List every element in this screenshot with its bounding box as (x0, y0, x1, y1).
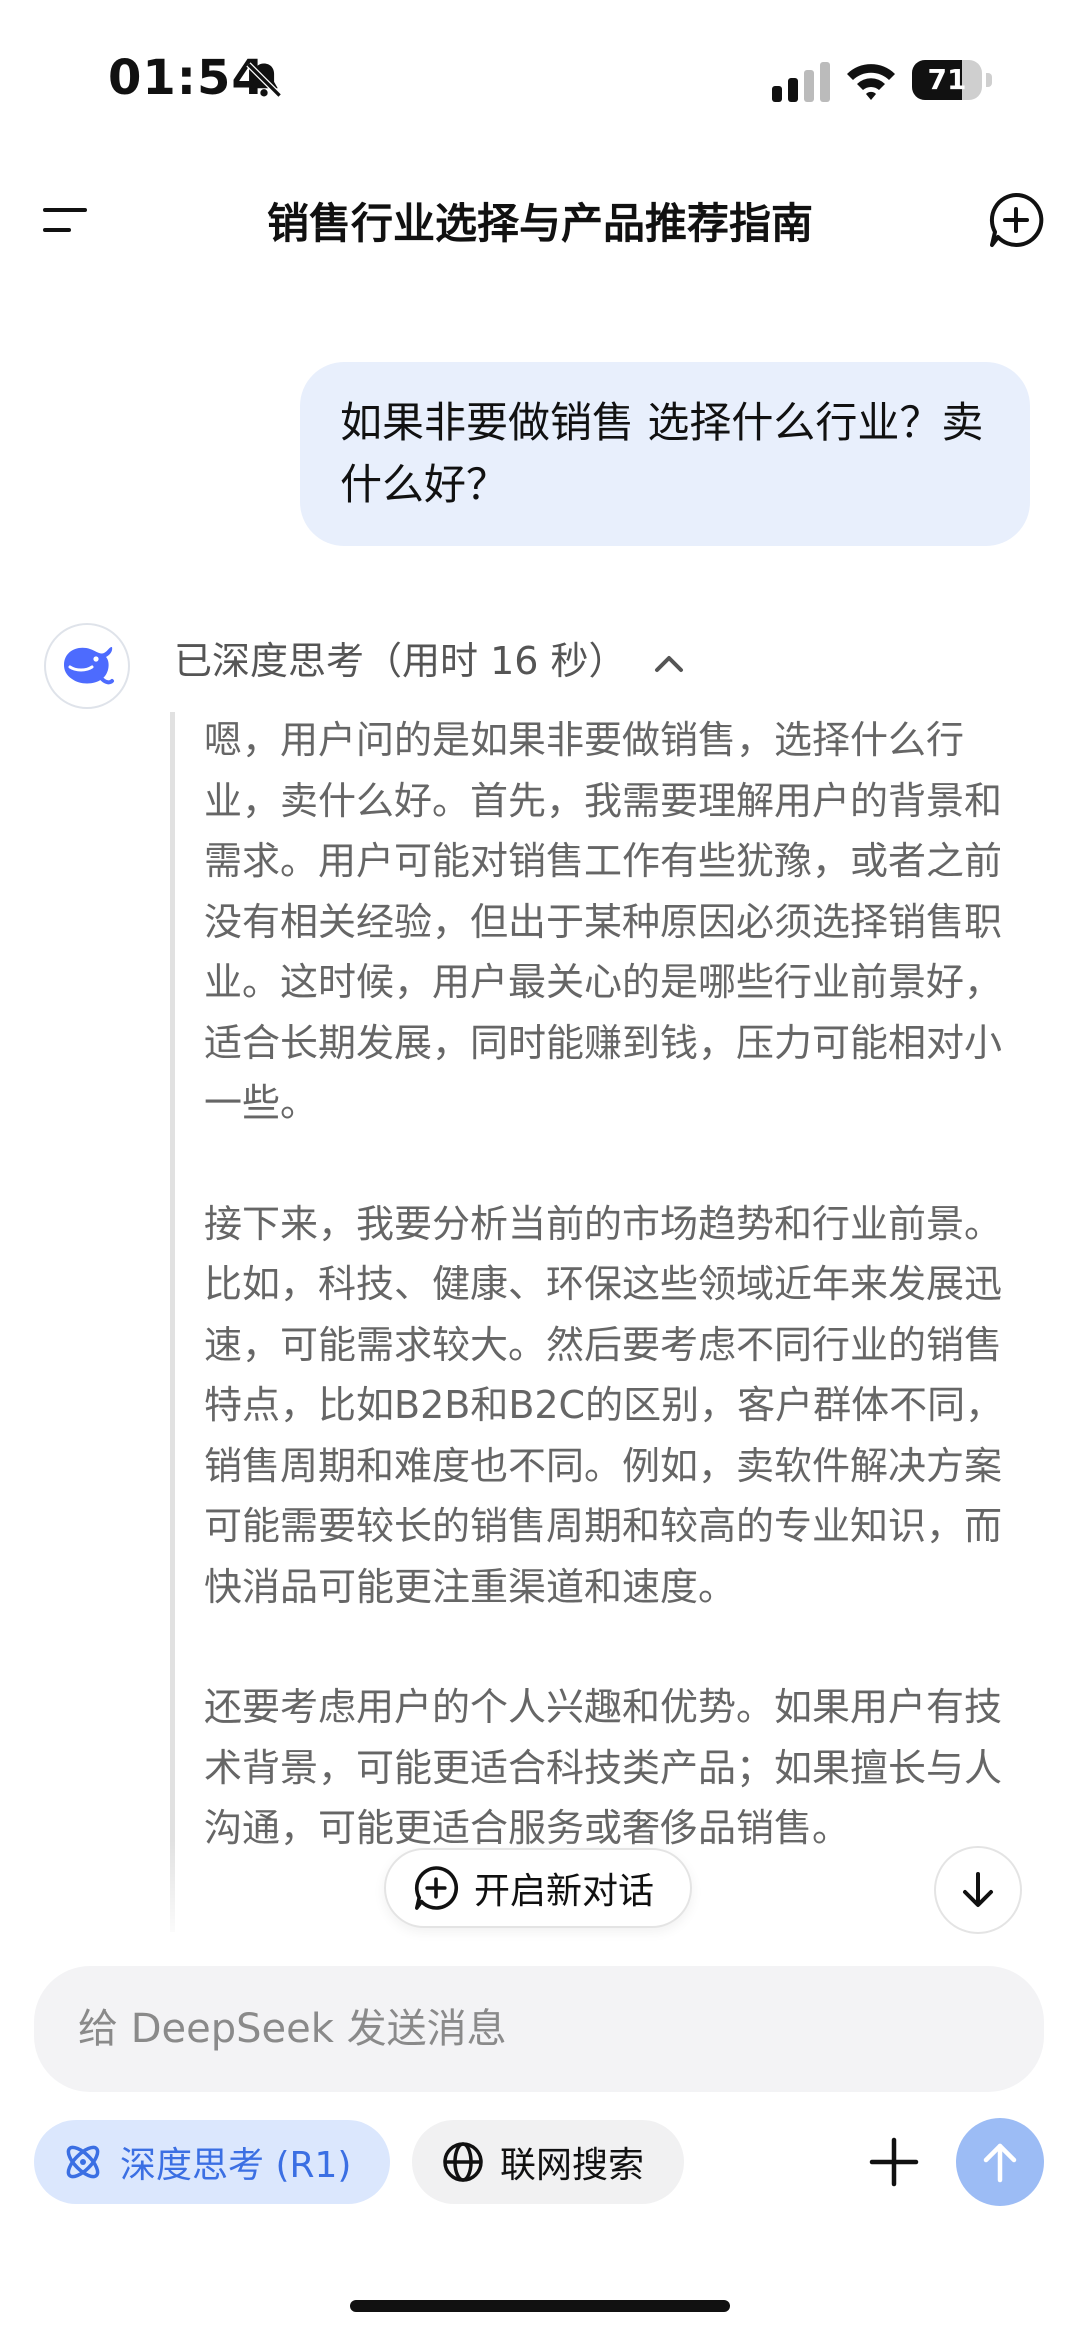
thinking-header-label: 已深度思考（用时 16 秒） (174, 639, 627, 683)
nav-bar: 销售行业选择与产品推荐指南 (0, 180, 1080, 260)
new-chat-icon[interactable] (986, 190, 1046, 250)
atom-icon (66, 2145, 100, 2179)
arrow-up-icon (983, 2143, 1017, 2183)
wifi-icon (847, 64, 895, 100)
home-indicator (350, 2300, 730, 2312)
thinking-paragraph: 接下来，我要分析当前的市场趋势和行业前景。比如，科技、健康、环保这些领域近年来发… (204, 1201, 1004, 1609)
arrow-down-icon (963, 1872, 993, 1907)
globe-icon (443, 2142, 483, 2182)
scroll-to-bottom-button[interactable] (934, 1846, 1022, 1934)
send-button[interactable] (956, 2118, 1044, 2206)
bell-off-icon (246, 62, 282, 98)
deep-think-toggle[interactable]: 深度思考 (R1) (34, 2120, 390, 2204)
web-search-toggle[interactable]: 联网搜索 (412, 2120, 684, 2204)
menu-icon[interactable] (42, 200, 88, 240)
battery-icon: 71 (912, 60, 1002, 100)
deepseek-avatar (44, 623, 130, 709)
thinking-content: 嗯，用户问的是如果非要做销售，选择什么行业，卖什么好。首先，我需要理解用户的背景… (204, 710, 1034, 1932)
deepseek-whale-icon (64, 647, 114, 685)
chevron-up-icon (654, 655, 683, 672)
page-title: 销售行业选择与产品推荐指南 (266, 199, 813, 248)
battery-percent: 71 (927, 63, 967, 96)
new-chat-label: 开启新对话 (474, 1871, 655, 1912)
status-bar: 01:54 71 (0, 0, 1080, 150)
web-search-label: 联网搜索 (500, 2145, 645, 2186)
signal-icon (772, 62, 830, 102)
plus-icon[interactable] (866, 2134, 922, 2190)
thinking-toggle[interactable]: 已深度思考（用时 16 秒） (174, 630, 687, 685)
thinking-divider (170, 712, 175, 1932)
thinking-paragraph: 嗯，用户问的是如果非要做销售，选择什么行业，卖什么好。首先，我需要理解用户的背景… (204, 718, 1003, 1125)
new-chat-button[interactable]: 开启新对话 (384, 1848, 692, 1928)
new-chat-icon (414, 1866, 459, 1910)
user-message-bubble[interactable]: 如果非要做销售 选择什么行业？卖什么好？ (300, 362, 1030, 546)
thinking-paragraph: 还要考虑用户的个人兴趣和优势。如果用户有技术背景，可能更适合科技类产品；如果擅长… (204, 1685, 1003, 1850)
deep-think-label: 深度思考 (R1) (120, 2145, 352, 2186)
message-input[interactable]: 给 DeepSeek 发送消息 (34, 1966, 1044, 2092)
